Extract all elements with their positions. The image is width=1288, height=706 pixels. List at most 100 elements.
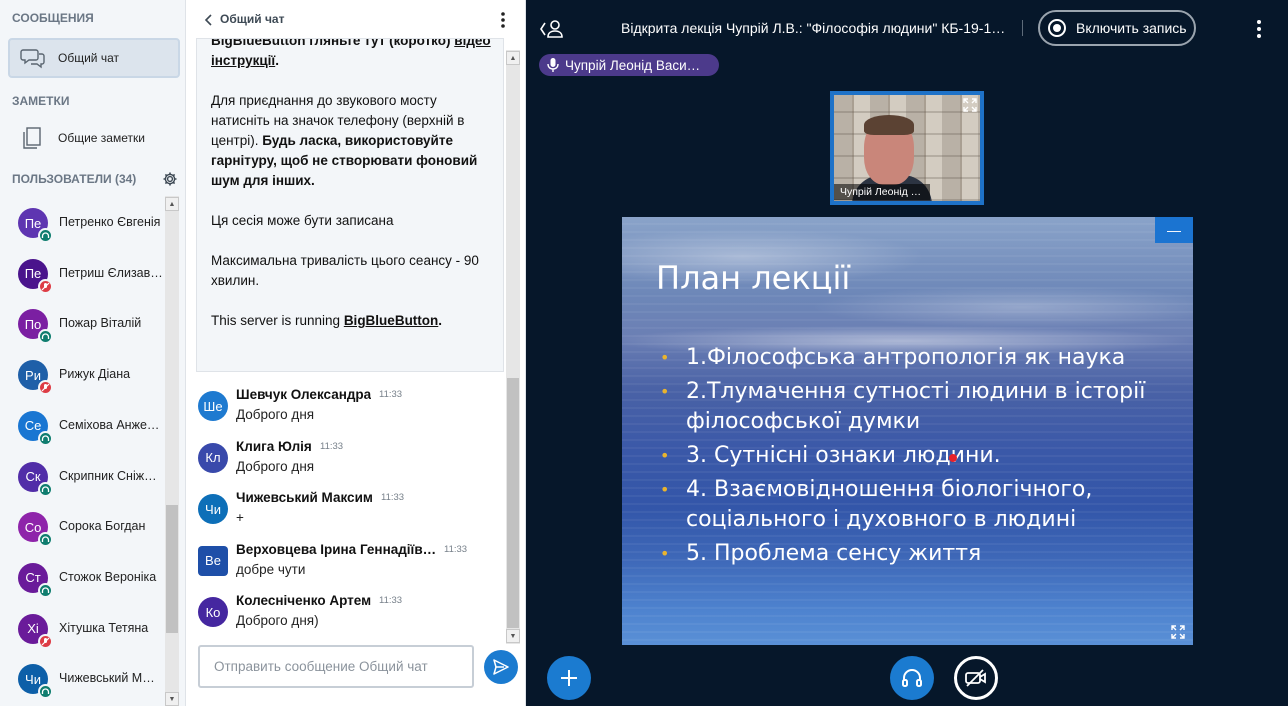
webcam-username: Чупрій Леонід …	[834, 184, 930, 200]
listen-only-icon	[38, 532, 53, 548]
avatar-initials: Ст	[25, 570, 41, 586]
avatar: Ск	[18, 461, 53, 497]
avatar: Пе	[18, 258, 53, 294]
muted-microphone-icon	[38, 380, 53, 396]
message-text: Доброго дня)	[236, 613, 319, 628]
user-list-item[interactable]: Со Сорока Богдан	[0, 504, 164, 554]
messages-section-title: СООБЩЕНИЯ	[12, 11, 94, 25]
avatar: Се	[18, 410, 53, 446]
message-sender: Шевчук Олександра	[236, 387, 372, 402]
muted-microphone-icon	[38, 278, 53, 294]
listen-only-icon	[38, 430, 53, 446]
message-time: 11:33	[381, 492, 405, 503]
audio-button[interactable]	[890, 656, 934, 700]
user-list-item[interactable]: Чи Чижевський М…	[0, 656, 164, 706]
user-list-panel: СООБЩЕНИЯ Общий чат ЗАМЕТКИ Общие заметк…	[0, 0, 186, 706]
avatar-initials: По	[24, 316, 42, 332]
chevron-left-icon[interactable]	[204, 14, 214, 26]
users-list[interactable]: Пе Петренко Євгенія Пе Петриш Єлизав… По Пожа…	[0, 196, 180, 706]
users-scroll-up-button[interactable]: ▲	[165, 197, 179, 211]
avatar-initials: Хі	[27, 621, 39, 637]
toggle-userlist-icon[interactable]	[539, 18, 565, 40]
user-list-item[interactable]: Се Семіхова Анже…	[0, 403, 164, 453]
shared-notes-item[interactable]: Общие заметки	[8, 118, 180, 158]
webcam-tile[interactable]: Чупрій Леонід …	[830, 91, 984, 205]
chat-bubbles-icon	[20, 49, 45, 69]
user-list-item[interactable]: Пе Петренко Євгенія	[0, 200, 164, 250]
avatar: Ве	[198, 545, 228, 576]
chat-message: Ве Верховцева Ірина Геннадіїв… 11:33 добре …	[198, 542, 498, 590]
chat-message-input[interactable]	[198, 645, 474, 688]
record-icon	[1048, 19, 1066, 37]
instructions-link[interactable]: інструкції	[211, 53, 275, 68]
fullscreen-icon[interactable]	[962, 97, 978, 113]
plus-icon	[561, 670, 577, 686]
avatar-initials: Ше	[203, 398, 223, 414]
avatar-initials: Ск	[25, 469, 41, 484]
message-time: 11:33	[379, 595, 403, 606]
chat-scroll-down-button[interactable]: ▼	[506, 629, 520, 643]
slide-bullet: 5. Проблема сенсу життя	[660, 539, 1180, 569]
avatar: Ст	[18, 562, 53, 598]
talker-name: Чупрій Леонід Васи…	[565, 57, 701, 73]
webcam-button[interactable]	[954, 656, 998, 700]
user-name: Пожар Віталій	[59, 316, 142, 331]
send-message-button[interactable]	[484, 650, 518, 684]
actions-button[interactable]	[547, 656, 591, 700]
message-text: +	[236, 510, 244, 525]
user-name: Петриш Єлизав…	[59, 265, 163, 280]
minimize-presentation-button[interactable]: —	[1155, 217, 1193, 243]
public-chat-label: Общий чат	[58, 51, 119, 65]
avatar: Хі	[18, 613, 53, 649]
avatar-initials: Ко	[205, 604, 221, 620]
avatar-initials: Чи	[25, 671, 41, 687]
record-button[interactable]: Включить запись	[1038, 10, 1196, 46]
listen-only-icon	[38, 228, 53, 243]
avatar: Ри	[18, 360, 53, 396]
slide-bullet-list: 1.Філософська антропологія як наука 2.Тлу…	[660, 343, 1180, 573]
user-list-item[interactable]: Ск Скрипник Сніж…	[0, 454, 164, 504]
message-text: Доброго дня	[236, 458, 315, 474]
user-list-item[interactable]: Пе Петриш Єлизав…	[0, 251, 164, 301]
video-link[interactable]: відео	[454, 39, 490, 48]
gear-icon[interactable]	[162, 171, 178, 187]
welcome-record-notice: Ця сесія може бути записана	[211, 213, 394, 228]
chat-scrollbar-thumb[interactable]	[507, 378, 519, 628]
welcome-line-partial: BigBlueButton гляньте тут (коротко)	[211, 38, 455, 48]
presenter-pointer	[949, 454, 957, 462]
user-list-item[interactable]: Ст Стожок Вероніка	[0, 555, 164, 605]
listen-only-icon	[38, 481, 53, 497]
chat-scroll-up-button[interactable]: ▲	[506, 51, 520, 65]
send-icon	[493, 659, 509, 675]
chat-header: Общий чат	[186, 0, 526, 40]
listen-only-icon	[38, 684, 53, 700]
bigbluebutton-link[interactable]: BigBlueButton	[344, 313, 438, 328]
chat-panel: Общий чат BigBlueButton гляньте тут (кор…	[186, 0, 526, 706]
avatar-initials: Со	[24, 519, 42, 535]
public-chat-item[interactable]: Общий чат	[8, 38, 180, 78]
users-scrollbar-thumb[interactable]	[166, 505, 178, 633]
fullscreen-icon[interactable]	[1170, 624, 1186, 640]
slide-bullet: 1.Філософська антропологія як наука	[660, 343, 1180, 373]
user-name: Чижевський М…	[59, 671, 155, 686]
talking-indicator[interactable]: Чупрій Леонід Васи…	[539, 54, 719, 76]
message-time: 11:33	[444, 543, 468, 555]
user-name: Сорока Богдан	[59, 519, 146, 534]
welcome-server-text: This server is running	[211, 313, 344, 328]
message-sender: Чижевський Максим	[236, 490, 373, 505]
message-time: 11:33	[379, 389, 403, 400]
user-list-item[interactable]: Хі Хітушка Тетяна	[0, 606, 164, 656]
users-scroll-down-button[interactable]: ▼	[165, 692, 179, 706]
more-options-icon[interactable]	[496, 10, 510, 30]
avatar-initials: Пе	[24, 215, 42, 231]
message-text: Доброго дня	[236, 407, 315, 422]
user-list-item[interactable]: По Пожар Віталій	[0, 301, 164, 351]
record-label: Включить запись	[1076, 20, 1187, 36]
user-list-item[interactable]: Ри Рижук Діана	[0, 352, 164, 402]
welcome-message: BigBlueButton гляньте тут (коротко) віде…	[196, 38, 504, 372]
user-name: Рижук Діана	[59, 367, 131, 382]
chat-message: Кл Клига Юлія 11:33 Доброго дня	[198, 439, 498, 487]
slide-bullet: 3. Сутнісні ознаки людини.	[660, 441, 1180, 471]
listen-only-icon	[38, 329, 53, 345]
options-menu-icon[interactable]	[1252, 18, 1266, 40]
